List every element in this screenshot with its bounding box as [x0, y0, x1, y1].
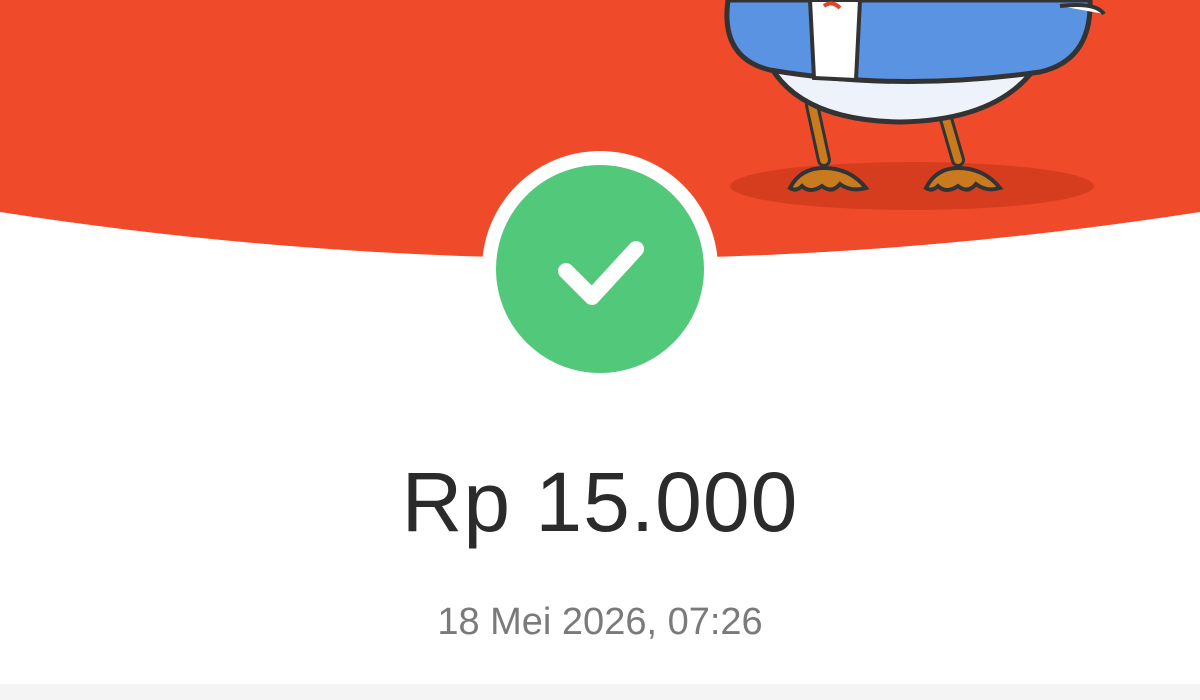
bottom-divider: [0, 684, 1200, 700]
mascot-shirt: [807, 0, 863, 83]
success-badge: [482, 151, 718, 387]
mascot-shadow: [730, 162, 1094, 210]
payment-success-screen: Rp 15.000 18 Mei 2026, 07:26: [0, 0, 1200, 700]
transaction-amount: Rp 15.000: [401, 455, 799, 549]
check-icon: [558, 241, 644, 305]
mascot-illustration: [724, 0, 1106, 210]
transaction-datetime: 18 Mei 2026, 07:26: [437, 601, 763, 643]
success-circle: [496, 165, 704, 373]
mascot-jacket: [724, 0, 1093, 85]
